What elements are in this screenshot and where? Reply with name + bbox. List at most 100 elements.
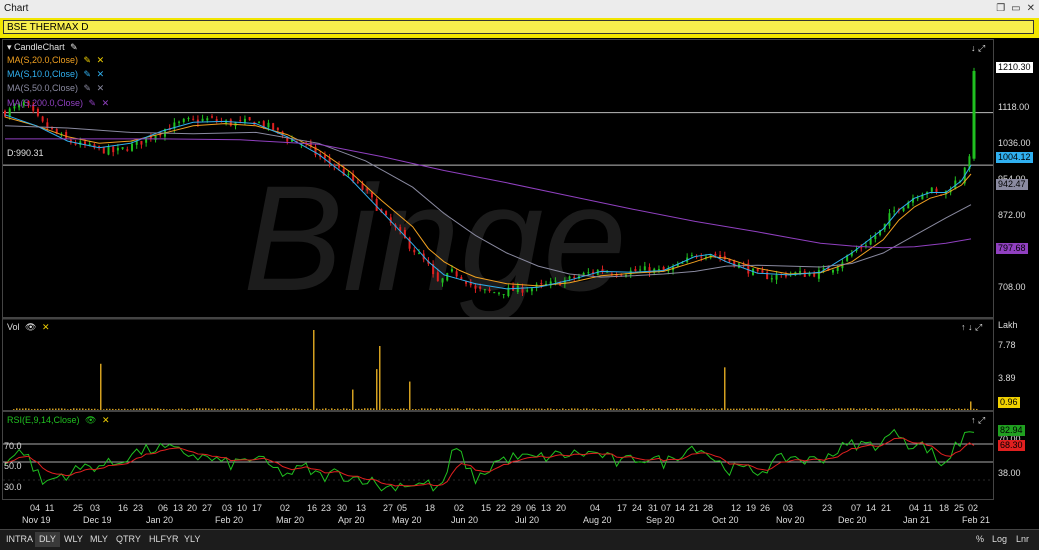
time-axis-month: Dec 19	[83, 515, 112, 525]
volume-bar	[202, 408, 204, 410]
restore-icon[interactable]: ❐	[996, 0, 1005, 18]
legend-ma10-label: MA(S,10.0,Close)	[7, 69, 79, 79]
time-axis-day: 02	[280, 503, 291, 513]
percent-scale-button[interactable]: %	[976, 532, 984, 547]
volume-bar	[736, 408, 738, 410]
volume-bar	[145, 408, 147, 410]
expand-icon[interactable]: ⤢	[978, 43, 985, 53]
window-title: Chart	[4, 3, 29, 14]
volume-bar	[166, 409, 168, 410]
candle-up	[888, 213, 891, 226]
volume-bar	[139, 408, 141, 410]
volume-bar	[412, 409, 414, 410]
candle-down	[474, 285, 477, 289]
candle-down	[761, 270, 764, 273]
edit-pencil-icon[interactable]: ✎	[89, 98, 97, 108]
linear-scale-button[interactable]: Lnr	[1016, 532, 1029, 547]
price-panel[interactable]: Binge ▾ CandleChart ✎ MA(S,20.0,Close) ✎…	[2, 39, 994, 318]
arrow-up-icon[interactable]: ↑	[961, 322, 966, 332]
level-line-label[interactable]: D:990.31	[7, 148, 44, 158]
volume-bar	[922, 408, 924, 410]
volume-bar	[286, 408, 288, 410]
edit-pencil-icon[interactable]: ✎	[70, 42, 78, 52]
volume-bar	[607, 408, 609, 410]
minimize-icon[interactable]: ▭	[1011, 0, 1020, 18]
volume-bar	[769, 409, 771, 410]
expand-icon[interactable]: ⤢	[975, 322, 982, 332]
legend-candle[interactable]: ▾ CandleChart ✎	[7, 42, 78, 53]
time-axis-day: 03	[783, 503, 794, 513]
volume-bar	[457, 408, 459, 410]
timeframe-yly[interactable]: YLY	[180, 532, 204, 547]
volume-bar	[712, 408, 714, 410]
remove-x-icon[interactable]: ✕	[97, 83, 105, 93]
volume-bar	[745, 408, 747, 410]
volume-bar	[916, 408, 918, 410]
volume-bar	[619, 409, 621, 410]
candle-down	[248, 117, 251, 121]
volume-bar	[133, 408, 135, 410]
candle-down	[140, 140, 143, 145]
edit-pencil-icon[interactable]: ✎	[84, 55, 92, 65]
eye-icon[interactable]: 👁	[85, 415, 96, 425]
volume-bar	[685, 408, 687, 410]
arrow-up-icon[interactable]: ↑	[971, 415, 976, 425]
volume-panel[interactable]: Vol 👁 ✕ ↑ ↓ ⤢	[2, 318, 994, 411]
time-axis-day: 13	[541, 503, 552, 513]
volume-bar	[820, 408, 822, 410]
volume-bar	[223, 408, 225, 410]
legend-ma20[interactable]: MA(S,20.0,Close) ✎ ✕	[7, 55, 104, 66]
timeframe-dly[interactable]: DLY	[35, 532, 60, 547]
timeframe-hlfyr[interactable]: HLFYR	[145, 532, 183, 547]
volume-bar	[955, 409, 957, 410]
remove-x-icon[interactable]: ✕	[102, 98, 110, 108]
edit-pencil-icon[interactable]: ✎	[84, 69, 92, 79]
arrow-down-icon[interactable]: ↓	[968, 322, 973, 332]
volume-bar	[445, 408, 447, 410]
legend-volume[interactable]: Vol 👁 ✕	[7, 322, 50, 333]
timeframe-wly[interactable]: WLY	[60, 532, 87, 547]
legend-ma50[interactable]: MA(S,50.0,Close) ✎ ✕	[7, 83, 104, 94]
expand-icon[interactable]: ⤢	[978, 415, 985, 425]
candle-up	[441, 278, 444, 283]
timeframe-mly[interactable]: MLY	[86, 532, 112, 547]
price-tag: 1004.12	[996, 152, 1033, 164]
remove-x-icon[interactable]: ✕	[42, 322, 50, 332]
legend-ma200[interactable]: MA(S,200.0,Close) ✎ ✕	[7, 98, 109, 109]
time-axis-day: 05	[397, 503, 408, 513]
legend-rsi[interactable]: RSI(E,9,14,Close) 👁 ✕	[7, 415, 110, 426]
volume-bar	[256, 408, 258, 410]
timeframe-intra[interactable]: INTRA	[2, 532, 37, 547]
close-icon[interactable]: ✕	[1027, 0, 1035, 18]
volume-bar	[190, 409, 192, 410]
volume-bar	[865, 408, 867, 410]
time-axis-month: May 20	[392, 515, 422, 525]
volume-bar	[649, 409, 651, 410]
remove-x-icon[interactable]: ✕	[102, 415, 110, 425]
volume-bar	[691, 408, 693, 410]
candle-up	[497, 292, 500, 294]
symbol-input[interactable]: BSE THERMAX D	[3, 20, 1034, 34]
candle-up	[483, 289, 486, 291]
time-axis-month: Nov 20	[776, 515, 805, 525]
eye-icon[interactable]: 👁	[25, 322, 36, 332]
candle-up	[493, 292, 496, 294]
arrow-down-icon[interactable]: ↓	[971, 43, 976, 53]
volume-bar	[823, 408, 825, 410]
rsi-panel[interactable]: RSI(E,9,14,Close) 👁 ✕ ↑ ⤢	[2, 411, 994, 500]
remove-x-icon[interactable]: ✕	[97, 69, 105, 79]
log-scale-button[interactable]: Log	[992, 532, 1007, 547]
volume-bar	[463, 409, 465, 410]
timeframe-qtry[interactable]: QTRY	[112, 532, 145, 547]
remove-x-icon[interactable]: ✕	[97, 55, 105, 65]
rsi-level-label: 70.0	[4, 441, 22, 451]
candle-up	[864, 245, 867, 247]
legend-ma10[interactable]: MA(S,10.0,Close) ✎ ✕	[7, 69, 104, 80]
candle-up	[681, 262, 684, 264]
candle-up	[554, 280, 557, 282]
volume-bar	[460, 409, 462, 410]
volume-bar	[676, 408, 678, 410]
candle-up	[916, 197, 919, 199]
volume-bar	[247, 408, 249, 410]
edit-pencil-icon[interactable]: ✎	[84, 83, 92, 93]
